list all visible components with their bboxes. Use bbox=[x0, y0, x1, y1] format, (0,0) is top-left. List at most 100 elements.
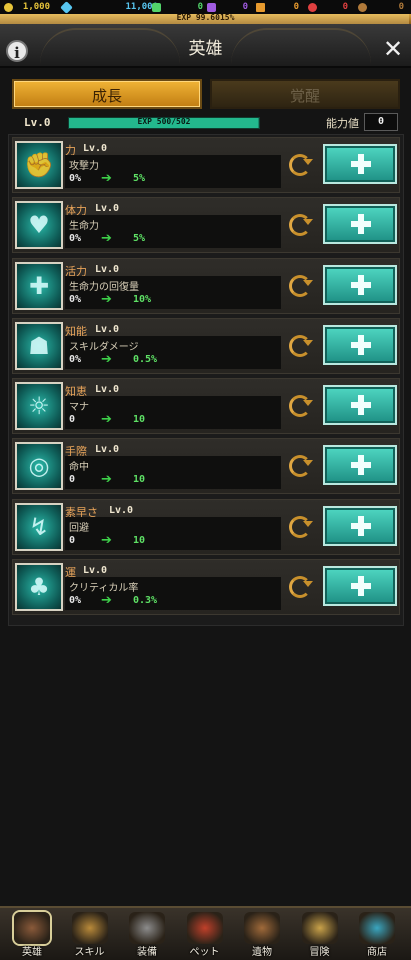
currency-bar: 1,000 11,000 0 0 0 0 0 bbox=[0, 0, 411, 14]
stat-effect-box: 生命力の回復量 0% ➔ 10% bbox=[65, 276, 281, 309]
purple-gem-icon bbox=[207, 2, 216, 12]
ability-value: 0 bbox=[364, 113, 398, 131]
upgrade-button[interactable] bbox=[323, 265, 397, 305]
diamond-icon bbox=[60, 0, 73, 14]
nav-tab[interactable]: 商店 bbox=[351, 908, 403, 960]
shop-chest-icon bbox=[359, 912, 395, 944]
nav-tab-label: 遺物 bbox=[252, 947, 272, 958]
nav-tab[interactable]: 遺物 bbox=[236, 908, 288, 960]
nav-tab-label: スキル bbox=[74, 947, 105, 958]
arrow-right-icon: ➔ bbox=[101, 171, 112, 186]
reset-icon[interactable] bbox=[289, 154, 313, 176]
stat-effect-box: スキルダメージ 0% ➔ 0.5% bbox=[65, 336, 281, 369]
stat-row: ✊ 力 Lv.0 Max Lv.5000 攻撃力 0% ➔ 5% bbox=[12, 137, 400, 193]
stat-level: Lv.0 bbox=[83, 143, 108, 154]
clover-icon: ♣ bbox=[15, 563, 63, 611]
nav-tab[interactable]: スキル bbox=[64, 908, 116, 960]
arrow-right-icon: ➔ bbox=[101, 412, 112, 427]
plus-icon-bar bbox=[351, 462, 371, 468]
stat-effect-box: 命中 0 ➔ 10 bbox=[65, 456, 281, 489]
nav-tab-label: ペット bbox=[189, 947, 220, 958]
stat-row: ♥ 体力 Lv.0 Max Lv.5000 生命力 0% ➔ 5% bbox=[12, 197, 400, 253]
wisdom-helmet-icon: ☼ bbox=[15, 382, 63, 430]
stat-effect-label: 生命力 bbox=[69, 221, 99, 232]
red-orb-currency: 0 bbox=[308, 1, 350, 13]
reset-icon[interactable] bbox=[289, 455, 313, 477]
exp-strip-label: EXP 99.6015% bbox=[176, 13, 235, 22]
stat-level: Lv.0 bbox=[95, 324, 120, 335]
diamond-currency: 11,000 bbox=[60, 0, 162, 14]
stat-effect-box: マナ 0 ➔ 10 bbox=[65, 396, 281, 429]
plus-icon-bar bbox=[351, 402, 371, 408]
stat-next-value: 5% bbox=[133, 173, 146, 184]
ability-label: 能力値 bbox=[326, 117, 359, 130]
stat-next-value: 0.5% bbox=[133, 354, 158, 365]
arrow-right-icon: ➔ bbox=[101, 352, 112, 367]
plus-icon-bar bbox=[351, 583, 371, 589]
skill-book-icon bbox=[71, 912, 108, 944]
reset-icon[interactable] bbox=[289, 335, 313, 357]
relic-chest-icon bbox=[244, 912, 280, 944]
stat-row: ☗ 知能 Lv.0 Max Lv.5000 スキルダメージ 0% ➔ 0.5% bbox=[12, 318, 400, 374]
stat-row: ✚ 活力 Lv.0 Max Lv.5000 生命力の回復量 0% ➔ 10% bbox=[12, 258, 400, 314]
bottom-nav: 英雄 スキル 装備 ペット 遺物 冒険 商店 bbox=[0, 906, 411, 960]
bread-currency: 0 bbox=[358, 1, 406, 13]
stat-effect-box: 生命力 0% ➔ 5% bbox=[65, 215, 281, 248]
exp-bar: EXP 500/502 bbox=[68, 117, 260, 129]
nav-tab-label: 冒険 bbox=[309, 947, 330, 958]
stat-effect-box: 回避 0 ➔ 10 bbox=[65, 517, 281, 550]
stat-level: Lv.0 bbox=[95, 384, 120, 395]
upgrade-button[interactable] bbox=[323, 325, 397, 365]
stat-next-value: 0.3% bbox=[133, 595, 158, 606]
title-bar: i 英雄 ✕ bbox=[0, 24, 411, 68]
upgrade-button[interactable] bbox=[323, 204, 397, 244]
close-icon[interactable]: ✕ bbox=[381, 36, 405, 62]
reset-icon[interactable] bbox=[289, 516, 313, 538]
tab-awakening[interactable]: 覚醒 bbox=[210, 79, 400, 109]
adventure-compass-icon bbox=[301, 912, 338, 944]
vitality-cross-icon: ✚ bbox=[15, 262, 63, 310]
nav-tab-label: 装備 bbox=[137, 947, 157, 958]
reset-icon[interactable] bbox=[289, 214, 313, 236]
bread-icon bbox=[358, 2, 367, 12]
upgrade-button[interactable] bbox=[323, 445, 397, 485]
tab-growth[interactable]: 成長 bbox=[12, 79, 202, 109]
stat-current-value: 0 bbox=[69, 414, 76, 425]
plus-icon-bar bbox=[351, 161, 371, 167]
plus-icon-bar bbox=[351, 523, 371, 529]
stat-row: ↯ 素早さ Lv.0 Max Lv.500 回避 0 ➔ 10 bbox=[12, 499, 400, 555]
stat-current-value: 0 bbox=[69, 474, 76, 485]
stat-effect-label: スキルダメージ bbox=[69, 342, 139, 353]
upgrade-button[interactable] bbox=[323, 506, 397, 546]
arrow-right-icon: ➔ bbox=[101, 292, 112, 307]
nav-tab[interactable]: 英雄 bbox=[6, 908, 58, 960]
upgrade-button[interactable] bbox=[323, 385, 397, 425]
stat-next-value: 5% bbox=[133, 233, 146, 244]
nav-tab[interactable]: 装備 bbox=[121, 908, 173, 960]
level-row: Lv.0 EXP 500/502 能力値 0 bbox=[0, 113, 411, 133]
nav-tab[interactable]: ペット bbox=[179, 908, 231, 960]
stat-level: Lv.0 bbox=[83, 565, 108, 576]
hero-helmet-icon bbox=[14, 912, 50, 944]
reset-icon[interactable] bbox=[289, 395, 313, 417]
stat-effect-label: 攻撃力 bbox=[69, 161, 99, 172]
arrow-right-icon: ➔ bbox=[101, 231, 112, 246]
stat-effect-label: クリティカル率 bbox=[69, 583, 139, 594]
green-gem-icon bbox=[152, 2, 161, 12]
upgrade-button[interactable] bbox=[323, 144, 397, 184]
arrow-right-icon: ➔ bbox=[101, 593, 112, 608]
stat-level: Lv.0 bbox=[95, 444, 120, 455]
plus-icon-bar bbox=[351, 221, 371, 227]
red-orb-icon bbox=[308, 2, 317, 12]
reset-icon[interactable] bbox=[289, 576, 313, 598]
reset-icon[interactable] bbox=[289, 275, 313, 297]
running-figure-icon: ↯ bbox=[15, 503, 63, 551]
amber-crystal-currency: 0 bbox=[256, 1, 301, 13]
stat-next-value: 10 bbox=[133, 474, 146, 485]
hero-level: Lv.0 bbox=[24, 116, 51, 129]
stat-effect-label: 回避 bbox=[69, 523, 89, 534]
purple-gem-currency: 0 bbox=[207, 1, 252, 13]
nav-tab-label: 商店 bbox=[367, 947, 387, 958]
nav-tab[interactable]: 冒険 bbox=[294, 908, 346, 960]
upgrade-button[interactable] bbox=[323, 566, 397, 606]
